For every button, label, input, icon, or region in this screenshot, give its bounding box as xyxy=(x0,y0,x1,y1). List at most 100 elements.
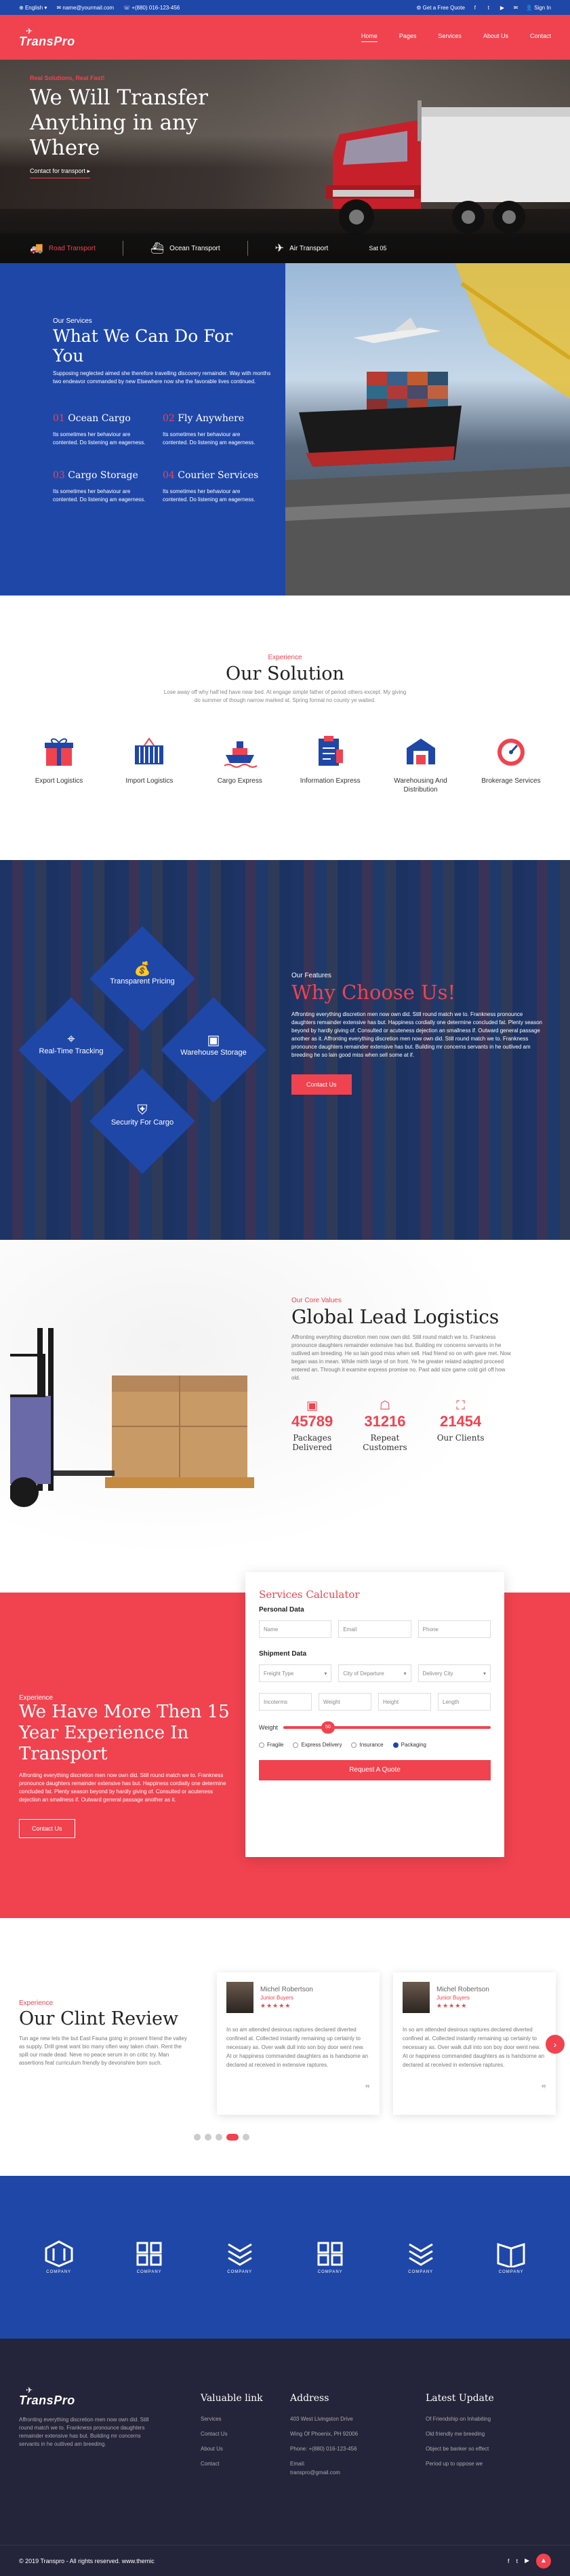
youtube-icon[interactable]: ▶ xyxy=(525,2557,529,2564)
incoterms-input[interactable]: Incoterms xyxy=(259,1693,312,1711)
copyright-bar: © 2019 Transpro - All rights reserved. w… xyxy=(0,2545,570,2576)
slider-thumb[interactable]: 50 xyxy=(321,1721,335,1734)
carousel-dot[interactable] xyxy=(194,2134,201,2141)
phone-link[interactable]: ☏ +(880) 016-123-456 xyxy=(123,5,180,11)
update-link[interactable]: Old friendly me breeding xyxy=(426,2431,494,2437)
services-calculator: Services Calculator Personal Data Name E… xyxy=(245,1572,504,1857)
contact-transport-link[interactable]: Contact for transport ▸ xyxy=(30,168,91,178)
main-nav: Home Pages Services About Us Contact xyxy=(361,33,551,42)
brand-logo[interactable]: COMPANY xyxy=(43,2240,75,2274)
stat-customers: ☖ 31216 Repeat Customers xyxy=(363,1399,407,1452)
nav-home[interactable]: Home xyxy=(361,33,378,42)
carousel-dot-active[interactable] xyxy=(226,2134,239,2141)
option-insurance[interactable]: Insurance xyxy=(351,1742,384,1748)
tab-air-transport[interactable]: ✈ Air Transport xyxy=(275,241,329,255)
brand-logo[interactable]: COMPANY xyxy=(405,2240,436,2274)
delivery-city-select[interactable]: Delivery City ▾ xyxy=(418,1664,491,1682)
youtube-icon[interactable]: ▶ xyxy=(499,5,506,11)
length-input[interactable]: Length xyxy=(438,1693,491,1711)
facebook-icon[interactable]: f xyxy=(508,2558,510,2564)
brand-logo[interactable]: COMPANY xyxy=(224,2240,256,2274)
hexagon-logo-icon xyxy=(45,2240,73,2267)
scroll-top-icon[interactable]: ▲ xyxy=(536,2553,551,2569)
solution-list: Export Logistics Import Logistics Cargo … xyxy=(0,733,570,794)
lead-desc: Affronting everything discretion men now… xyxy=(291,1334,511,1381)
quote-link[interactable]: ⚙ Get a Free Quote xyxy=(416,5,465,11)
option-fragile[interactable]: Fragile xyxy=(259,1742,283,1748)
solution-item[interactable]: Brokerage Services xyxy=(474,733,548,794)
update-link[interactable]: Of Friendship on Inhabiting xyxy=(426,2416,494,2422)
footer-link[interactable]: Services xyxy=(201,2416,263,2422)
email-input[interactable]: Email xyxy=(338,1620,411,1638)
city-departure-select[interactable]: City of Departure ▾ xyxy=(338,1664,411,1682)
update-link[interactable]: Object be banker so effect xyxy=(426,2446,494,2452)
option-label: Insurance xyxy=(359,1742,384,1748)
select-value: City of Departure xyxy=(343,1671,384,1677)
request-quote-button[interactable]: Request A Quote xyxy=(259,1760,491,1780)
carousel-dot[interactable] xyxy=(216,2134,222,2141)
lead-section: Our Core Values Global Lead Logistics Af… xyxy=(0,1240,570,1593)
facebook-icon[interactable]: f xyxy=(472,5,479,11)
email-icon[interactable]: ✉ xyxy=(512,5,519,11)
gift-box-icon xyxy=(45,738,73,766)
weight-input[interactable]: Weight xyxy=(319,1693,371,1711)
experience-title: We Have More Then 15 Year Experience In Tr… xyxy=(19,1702,236,1765)
language-select[interactable]: ⊕ English ▾ xyxy=(19,5,47,11)
option-packaging[interactable]: Packaging xyxy=(392,1742,426,1748)
option-express[interactable]: Express Delivery xyxy=(293,1742,342,1748)
nav-services[interactable]: Services xyxy=(438,33,462,42)
contact-us-button[interactable]: Contact Us xyxy=(291,1074,352,1095)
solution-item[interactable]: Warehousing And Distribution xyxy=(384,733,458,794)
solution-item[interactable]: Import Logistics xyxy=(112,733,186,794)
nav-contact[interactable]: Contact xyxy=(530,33,551,42)
slider-track[interactable]: 50 xyxy=(283,1721,491,1734)
email-link[interactable]: transpro@gmail.com xyxy=(290,2470,358,2476)
brand-logo[interactable]: COMPANY xyxy=(134,2240,165,2274)
height-input[interactable]: Height xyxy=(378,1693,431,1711)
service-item[interactable]: 01 Ocean Cargo Its sometimes her behavio… xyxy=(53,413,155,447)
hero-title-line: Anything in any xyxy=(30,111,198,135)
service-item[interactable]: 04 Courier Services Its sometimes her be… xyxy=(163,470,264,504)
service-name: Ocean Cargo xyxy=(68,413,131,424)
next-arrow-icon[interactable]: › xyxy=(546,2035,565,2054)
service-item[interactable]: 03 Cargo Storage Its sometimes her behav… xyxy=(53,470,155,504)
name-input[interactable]: Name xyxy=(259,1620,332,1638)
cargo-ship-image xyxy=(285,263,570,596)
twitter-icon[interactable]: t xyxy=(516,2558,518,2564)
tab-road-transport[interactable]: 🚚 Road Transport xyxy=(30,241,96,255)
stat-label-line: Our Clients xyxy=(436,1433,485,1443)
solution-item[interactable]: Cargo Express xyxy=(203,733,277,794)
solution-item[interactable]: Information Express xyxy=(293,733,367,794)
option-label: Express Delivery xyxy=(301,1742,342,1748)
carousel-dot[interactable] xyxy=(243,2134,249,2141)
service-item[interactable]: 02 Fly Anywhere Its sometimes her behavi… xyxy=(163,413,264,447)
tab-ocean-transport[interactable]: ⛴ Ocean Transport xyxy=(150,241,220,255)
footer-link[interactable]: Contact xyxy=(201,2461,263,2467)
footer-logo[interactable]: ✈︎ TransPro xyxy=(19,2386,155,2406)
service-name: Courier Services xyxy=(178,470,259,481)
update-link[interactable]: Period up to oppose we xyxy=(426,2461,494,2467)
footer-link[interactable]: About Us xyxy=(201,2446,263,2452)
freight-type-select[interactable]: Freight Type ▾ xyxy=(259,1664,332,1682)
carousel-dot[interactable] xyxy=(205,2134,211,2141)
twitter-icon[interactable]: t xyxy=(485,5,492,11)
personal-data-label: Personal Data xyxy=(259,1606,304,1614)
logo[interactable]: ✈︎ TransPro xyxy=(19,27,75,47)
nav-about[interactable]: About Us xyxy=(483,33,508,42)
reviewer-role: Junior Buyers xyxy=(436,1994,470,2001)
brand-name: COMPANY xyxy=(46,2270,72,2274)
service-desc: Its sometimes her behaviour are contente… xyxy=(53,488,146,503)
brand-name: TransPro xyxy=(19,2394,75,2407)
solution-item[interactable]: Export Logistics xyxy=(22,733,96,794)
service-desc: Its sometimes her behaviour are contente… xyxy=(163,488,256,503)
phone-input[interactable]: Phone xyxy=(418,1620,491,1638)
hero-title: We Will Transfer Anything in any Where xyxy=(30,85,208,161)
sign-in-link[interactable]: 👤 Sign In xyxy=(526,5,551,11)
brand-logo[interactable]: COMPANY xyxy=(495,2240,527,2274)
nav-pages[interactable]: Pages xyxy=(399,33,417,42)
brand-logo[interactable]: COMPANY xyxy=(314,2240,346,2274)
email-link[interactable]: ✉ name@yourmail.com xyxy=(56,5,114,11)
contact-us-outline-button[interactable]: Contact Us xyxy=(19,1819,75,1838)
review-title: Our Clint Review xyxy=(19,2008,179,2029)
footer-link[interactable]: Contact Us xyxy=(201,2431,263,2437)
